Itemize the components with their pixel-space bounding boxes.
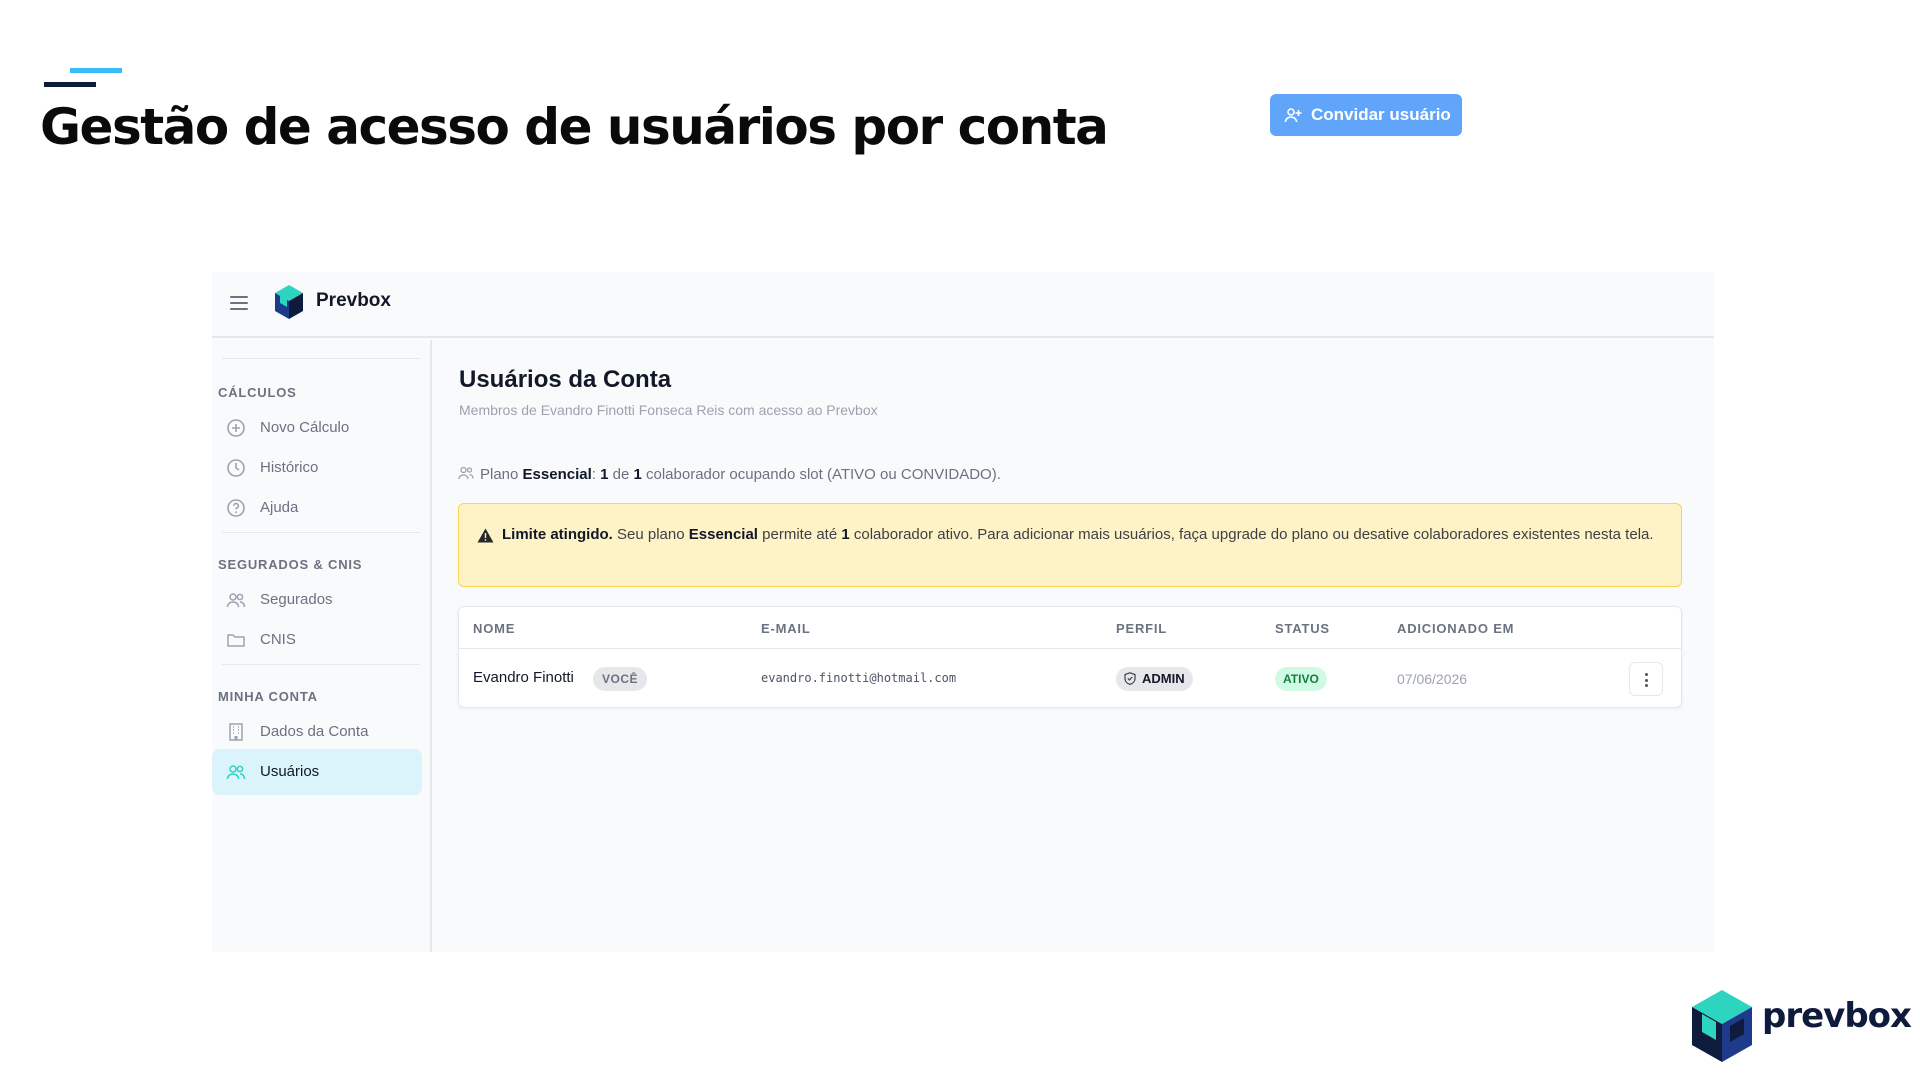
- page-title: Usuários da Conta: [459, 366, 672, 393]
- help-circle-icon: [227, 499, 245, 517]
- shield-icon: [1124, 672, 1136, 685]
- user-email: evandro.finotti@hotmail.com: [761, 671, 957, 685]
- added-date: 07/06/2026: [1397, 671, 1468, 687]
- plan-info: Plano Essencial: 1 de 1 colaborador ocup…: [458, 466, 1001, 483]
- folder-icon: [227, 634, 245, 647]
- limit-alert: Limite atingido. Seu plano Essencial per…: [458, 503, 1682, 587]
- alert-text3: colaborador ativo. Para adicionar mais u…: [853, 526, 1654, 543]
- status-badge: ATIVO: [1275, 667, 1327, 691]
- divider: [222, 664, 420, 665]
- plan-separator: :: [591, 466, 596, 483]
- brand-name: Prevbox: [316, 290, 391, 311]
- divider: [222, 358, 420, 359]
- top-bar: Prevbox: [212, 272, 1714, 338]
- sidebar-item-label: Histórico: [260, 459, 319, 476]
- page-subtitle: Membros de Evandro Finotti Fonseca Reis …: [459, 402, 878, 418]
- user-name: Evandro Finotti: [473, 669, 574, 686]
- building-icon: [229, 723, 243, 741]
- section-label-minha-conta: MINHA CONTA: [218, 689, 318, 704]
- menu-icon[interactable]: [230, 296, 248, 310]
- plan-used: 1: [600, 466, 609, 483]
- role-badge: ADMIN: [1116, 667, 1193, 691]
- sidebar-item-usuarios[interactable]: Usuários: [212, 749, 422, 795]
- row-actions-button[interactable]: [1629, 662, 1663, 696]
- prevbox-logo-icon: [275, 285, 303, 319]
- clock-icon: [227, 459, 245, 477]
- plus-circle-icon: [227, 419, 245, 437]
- plan-prefix: Plano: [480, 466, 519, 483]
- invite-user-button[interactable]: Convidar usuário: [1270, 94, 1462, 136]
- users-icon: [226, 765, 246, 780]
- alert-plan-name: Essencial: [688, 526, 758, 543]
- sidebar-item-label: Dados da Conta: [260, 723, 369, 740]
- divider: [222, 532, 420, 533]
- section-label-segurados: SEGURADOS & CNIS: [218, 557, 363, 572]
- sidebar: CÁLCULOS Novo Cálculo Histórico Ajuda SE…: [212, 340, 432, 952]
- warning-icon: [477, 528, 494, 543]
- alert-count: 1: [841, 526, 850, 543]
- user-plus-icon: [1284, 108, 1302, 123]
- plan-of: de: [612, 466, 630, 483]
- plan-total: 1: [633, 466, 642, 483]
- alert-text2: permite até: [762, 526, 838, 543]
- column-header-perfil: PERFIL: [1116, 621, 1168, 636]
- title-decoration: [44, 66, 124, 90]
- table-header: NOME E-MAIL PERFIL STATUS ADICIONADO EM: [459, 607, 1681, 649]
- sidebar-item-label: Ajuda: [260, 499, 299, 516]
- sidebar-item-ajuda[interactable]: Ajuda: [212, 485, 422, 531]
- users-icon: [226, 593, 246, 608]
- column-header-adicionado-em: ADICIONADO EM: [1397, 621, 1515, 636]
- users-icon: [458, 466, 474, 480]
- alert-strong: Limite atingido.: [502, 526, 613, 543]
- users-table: NOME E-MAIL PERFIL STATUS ADICIONADO EM …: [458, 606, 1682, 708]
- column-header-status: STATUS: [1275, 621, 1330, 636]
- sidebar-item-label: CNIS: [260, 631, 296, 648]
- role-label: ADMIN: [1142, 671, 1185, 686]
- prevbox-footer-logo-icon: [1692, 990, 1752, 1062]
- invite-button-label: Convidar usuário: [1311, 105, 1451, 124]
- alert-message: Limite atingido. Seu plano Essencial per…: [502, 523, 1662, 547]
- sidebar-item-label: Novo Cálculo: [260, 419, 350, 436]
- sidebar-item-cnis[interactable]: CNIS: [212, 617, 422, 663]
- column-header-nome: NOME: [473, 621, 516, 636]
- sidebar-item-label: Segurados: [260, 591, 333, 608]
- slide-title: Gestão de acesso de usuários por conta: [40, 98, 1109, 156]
- plan-suffix: colaborador ocupando slot (ATIVO ou CONV…: [646, 466, 1001, 483]
- alert-text1: Seu plano: [617, 526, 685, 543]
- footer-brand-name: prevbox: [1762, 996, 1912, 1036]
- you-badge: VOCÊ: [593, 667, 648, 691]
- section-label-calculos: CÁLCULOS: [218, 385, 297, 400]
- sidebar-item-label: Usuários: [260, 763, 320, 780]
- plan-name: Essencial: [522, 466, 592, 483]
- column-header-email: E-MAIL: [761, 621, 811, 636]
